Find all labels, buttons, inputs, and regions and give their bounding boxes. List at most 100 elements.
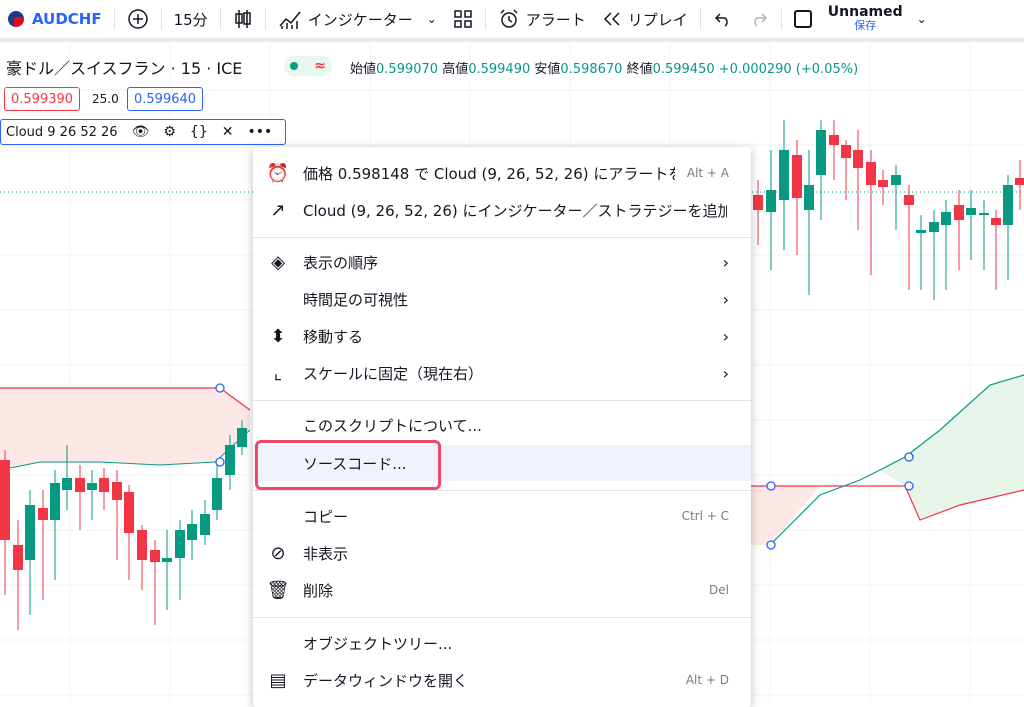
menu-item-object-tree[interactable]: オブジェクトツリー... [253,625,751,661]
symbol-search[interactable]: AUDCHF [0,0,110,38]
menu-item-move[interactable]: ⬍ 移動する › [253,318,751,354]
candle-body [150,550,160,562]
candle-body [816,130,826,175]
layout-name-button[interactable]: Unnamed 保存 ⌄ [820,0,935,38]
menu-item-data-window[interactable]: ▤ データウィンドウを開く Alt + D [253,662,751,698]
candle-body [0,460,10,540]
alert-label: アラート [525,10,586,29]
alert-button[interactable]: アラート [490,0,594,38]
candle-body [212,478,222,510]
layouts-button[interactable] [445,0,481,38]
candle-body [853,150,863,168]
menu-item-shortcut: Alt + D [685,673,729,687]
menu-item-add-alert[interactable]: ⏰ 価格 0.598148 で Cloud (9, 26, 52, 26) にア… [253,155,751,191]
menu-item-about-script[interactable]: このスクリプトについて... [253,407,751,443]
menu-item-visibility[interactable]: 時間足の可視性 › [253,281,751,317]
candle-body [866,162,876,185]
more-icon[interactable]: ••• [247,124,272,140]
menu-item-copy[interactable]: コピー Ctrl + C [253,498,751,534]
audchf-flag-icon [8,11,24,27]
ohlc-open-label: 始値 [350,62,377,77]
sell-price-button[interactable]: 0.599390 [4,87,81,111]
checkbox-icon [793,10,812,28]
ohlc-close-label: 終値 [626,62,653,77]
candle-body [979,213,989,215]
toolbar-divider [780,8,782,30]
toolbar-divider [160,8,162,30]
candle-body [841,145,851,158]
ohlc-close-value: 0.599450 [652,62,715,77]
plus-circle-icon [127,9,148,29]
menu-item-label: コピー [303,507,349,526]
candle-body [237,428,247,447]
close-icon[interactable]: ✕ [222,124,234,140]
candle-body [916,230,926,233]
candle-body [891,175,901,185]
ohlc-low-label: 安値 [534,62,561,77]
menu-item-label: このスクリプトについて... [303,416,482,435]
candle-body [200,514,210,535]
pin-scale-icon: ⌞ [273,362,283,384]
menu-divider [253,400,751,401]
redo-icon [754,13,767,27]
trash-icon: 🗑 [266,579,290,601]
chart-type-button[interactable] [225,0,261,38]
gear-icon[interactable]: ⚙ [163,124,176,140]
ohlc-low-value: 0.598670 [560,62,623,77]
menu-item-label: 時間足の可視性 [303,290,409,309]
ichimoku-cloud-bull [880,375,1024,520]
menu-item-shortcut: Del [709,583,729,597]
save-label: 保存 [854,19,877,32]
candle-body [966,208,976,215]
indicators-button[interactable]: インジケーター ⌄ [270,0,445,38]
menu-item-delete[interactable]: 🗑 削除 Del [253,572,751,608]
indicator-legend[interactable]: Cloud 9 26 52 26 👁 ⚙ {} ✕ ••• [0,119,286,145]
move-icon: ⬍ [270,325,286,347]
replay-label: リプレイ [627,10,688,29]
candle-body [225,445,235,475]
menu-item-hide[interactable]: ⊘ 非表示 [253,535,751,571]
candle-body [753,195,763,210]
candle-body [929,222,939,232]
ichimoku-cloud-bear [750,486,820,545]
cloud-handle [766,481,776,491]
candle-body [779,150,789,200]
cloud-handle [904,452,914,462]
candle-body [162,558,172,562]
menu-item-label: 非表示 [303,544,349,563]
menu-item-shortcut: Ctrl + C [681,509,729,523]
chevron-right-icon: › [722,326,729,346]
chevron-right-icon: › [722,363,729,383]
alarm-clock-icon: ⏰ [266,162,290,184]
menu-divider [253,237,751,238]
menu-item-pin-scale[interactable]: ⌞ スケールに固定（現在右） › [253,355,751,391]
market-status-badge[interactable]: ≈ [284,56,332,76]
candle-body [878,180,888,187]
candle-body [1015,178,1024,185]
menu-item-label: スケールに固定（現在右） [303,364,484,383]
source-code-icon[interactable]: {} [190,124,208,140]
replay-button[interactable]: リプレイ [594,0,696,38]
buy-price-button[interactable]: 0.599640 [127,87,204,111]
menu-item-label: Cloud (9, 26, 52, 26) にインジケーター／ストラテジーを追加 [303,201,727,220]
spread-value: 25.0 [92,92,119,106]
redo-button[interactable] [741,0,777,38]
compare-button[interactable] [119,0,157,38]
candle-body [829,135,839,145]
ichimoku-cloud-bear [0,388,250,470]
eye-icon[interactable]: 👁 [132,124,150,140]
toolbar-divider [484,8,486,30]
rewind-icon [603,12,620,26]
candle-body [13,545,23,570]
menu-item-add-indicator[interactable]: ↗ Cloud (9, 26, 52, 26) にインジケーター／ストラテジーを… [253,192,751,228]
candle-body [187,524,197,540]
layout-toggle[interactable] [786,0,820,38]
interval-button[interactable]: 15分 [166,0,216,38]
candle-body [38,508,48,520]
indicators-icon [279,11,301,29]
candle-body [1003,185,1013,225]
layers-icon: ◈ [271,251,285,273]
menu-item-visual-order[interactable]: ◈ 表示の順序 › [253,244,751,280]
undo-button[interactable] [705,0,741,38]
ohlc-values: 始値0.599070 高値0.599490 安値0.598670 終値0.599… [350,58,858,77]
